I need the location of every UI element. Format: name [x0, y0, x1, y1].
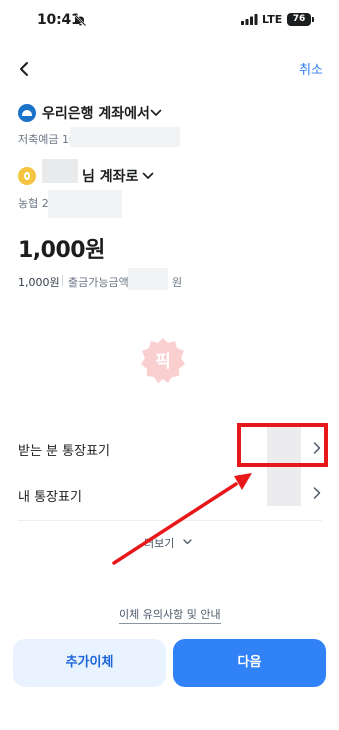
- my-memo-label: 내 통장표기: [18, 490, 82, 505]
- annotation-highlight-box: [237, 423, 328, 467]
- transfer-notice-link[interactable]: 이체 유의사항 및 안내: [119, 606, 221, 624]
- redacted-recipient-name: [42, 159, 78, 183]
- watermark-logo: 픽: [141, 338, 185, 383]
- redacted-account-number: [48, 190, 122, 218]
- bell-off-icon: [74, 14, 87, 27]
- more-button[interactable]: 더보기: [144, 535, 174, 551]
- chevron-down-icon[interactable]: [142, 172, 154, 180]
- back-button[interactable]: [14, 58, 36, 80]
- signal-icon: [241, 14, 258, 25]
- chevron-right-icon[interactable]: [313, 487, 321, 499]
- divider: [18, 520, 322, 521]
- redacted-available-balance: [128, 268, 168, 290]
- next-button[interactable]: 다음: [173, 639, 326, 687]
- to-account-selector[interactable]: 님 계좌로: [82, 166, 138, 186]
- from-account-selector[interactable]: 우리은행 계좌에서: [42, 103, 150, 123]
- chevron-down-icon[interactable]: [183, 539, 192, 545]
- status-bar: 10:41 LTE 76: [0, 0, 339, 44]
- nh-bank-icon: [18, 167, 36, 185]
- transfer-amount-small: 1,000원: [18, 276, 60, 289]
- watermark-text: 픽: [155, 352, 171, 372]
- add-transfer-button[interactable]: 추가이체: [13, 639, 166, 687]
- recipient-memo-label: 받는 분 통장표기: [18, 444, 110, 459]
- available-balance-label: 출금가능금액: [68, 276, 129, 289]
- woori-bank-icon: [18, 104, 36, 122]
- from-account-number: 저축예금 10: [18, 133, 76, 146]
- available-balance-unit: 원: [172, 276, 183, 289]
- transfer-amount[interactable]: 1,000원: [18, 232, 105, 264]
- cancel-button[interactable]: 취소: [299, 59, 323, 78]
- redacted-account-number: [70, 127, 180, 147]
- battery-icon: 76: [287, 13, 314, 26]
- chevron-down-icon[interactable]: [150, 109, 162, 117]
- redacted-my-memo: [267, 472, 301, 506]
- to-account-number: 농협 2: [18, 197, 49, 210]
- divider: [62, 275, 63, 286]
- network-type: LTE: [262, 13, 283, 26]
